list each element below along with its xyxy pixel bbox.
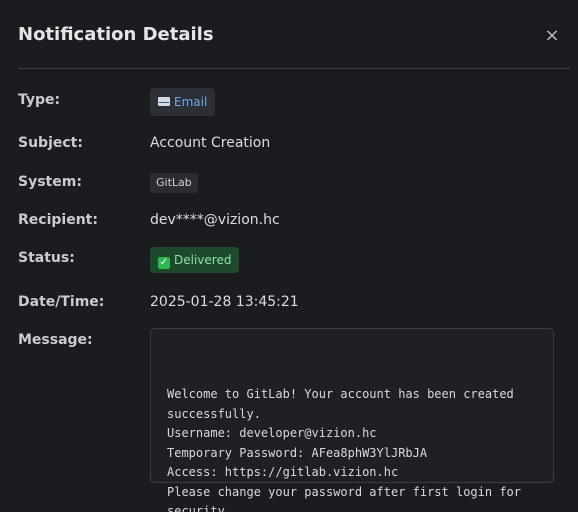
subject-value: Account Creation <box>150 135 271 151</box>
type-row: Type: Email <box>18 88 570 118</box>
status-label: Status: <box>18 250 75 266</box>
type-badge: Email <box>150 88 216 116</box>
dialog-title: Notification Details <box>18 24 214 45</box>
status-badge: ✓ Delivered <box>150 247 240 273</box>
system-row: System: GitLab <box>18 172 570 193</box>
message-line: Username: developer@vizion.hc <box>167 426 377 440</box>
type-label: Type: <box>18 92 61 108</box>
dialog-header: Notification Details × <box>18 0 570 69</box>
message-line: security. <box>167 504 233 512</box>
datetime-label: Date/Time: <box>18 294 105 310</box>
subject-row: Subject: Account Creation <box>18 133 570 153</box>
close-button[interactable]: × <box>542 24 562 48</box>
message-label: Message: <box>18 332 93 348</box>
message-line: successfully. <box>167 406 261 421</box>
recipient-value: dev****@vizion.hc <box>150 212 280 228</box>
status-row: Status: ✓ Delivered <box>18 247 570 273</box>
email-icon <box>158 97 170 106</box>
message-line: Please change your password after first … <box>167 484 522 499</box>
message-row: Message: Welcome to GitLab! Your account… <box>18 328 570 512</box>
message-body: Welcome to GitLab! Your account has been… <box>150 328 554 512</box>
system-badge: GitLab <box>150 173 198 193</box>
check-icon: ✓ <box>158 257 170 269</box>
recipient-label: Recipient: <box>18 212 98 228</box>
recipient-row: Recipient: dev****@vizion.hc <box>18 210 570 230</box>
subject-label: Subject: <box>18 135 83 151</box>
message-line: Temporary Password: AFea8phW3YlJRbJA <box>167 445 428 460</box>
message-line: Welcome to GitLab! Your account has been… <box>167 387 514 401</box>
type-value: Email <box>174 95 208 109</box>
message-line: Access: https://gitlab.vizion.hc <box>167 465 399 479</box>
close-icon: × <box>544 25 560 46</box>
system-label: System: <box>18 174 82 190</box>
datetime-row: Date/Time: 2025-01-28 13:45:21 <box>18 292 570 312</box>
notification-details-dialog: Notification Details × Type: Email Subje… <box>0 0 578 512</box>
status-value: Delivered <box>174 253 232 267</box>
datetime-value: 2025-01-28 13:45:21 <box>150 294 299 310</box>
